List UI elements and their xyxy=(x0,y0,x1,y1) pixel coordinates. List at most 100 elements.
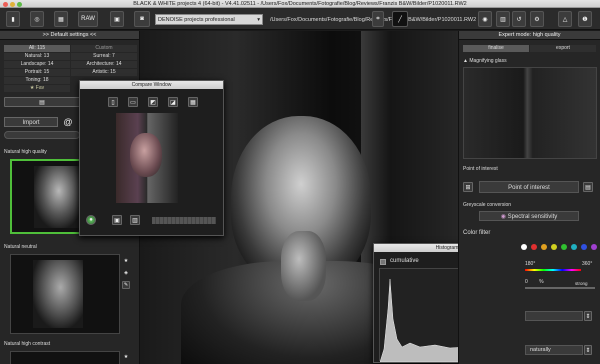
color-swatches xyxy=(521,244,600,252)
category-portrait[interactable]: Portrait: 15 xyxy=(4,69,70,76)
point-of-interest-button[interactable]: Point of interest xyxy=(479,181,579,193)
swatch-white[interactable] xyxy=(521,244,527,250)
spectral-sensitivity-button[interactable]: ◉ Spectral sensitivity xyxy=(479,211,579,221)
crop-icon[interactable]: ⌗ xyxy=(372,11,384,27)
category-toning-label: Toning: 18 xyxy=(25,77,49,83)
category-favorites-label: Fav xyxy=(35,85,45,91)
hue-unit: ° xyxy=(533,261,536,267)
at-icon[interactable]: @ xyxy=(62,117,74,127)
minimize-window-button[interactable] xyxy=(10,1,15,7)
category-surreal-label: Surreal: 7 xyxy=(93,53,115,59)
category-all[interactable]: All: 115 xyxy=(4,45,70,52)
zoom-window-button[interactable] xyxy=(17,1,22,7)
split-diagonal-alt-icon[interactable]: ◪ xyxy=(168,97,178,107)
magnifier-preview[interactable] xyxy=(463,67,597,159)
tab-export[interactable]: export xyxy=(530,45,596,52)
category-portrait-label: Portrait: 15 xyxy=(24,69,50,75)
category-landscape[interactable]: Landscape: 14 xyxy=(4,61,70,68)
favorite-star-icon[interactable]: ★ xyxy=(122,257,130,265)
swatch-orange[interactable] xyxy=(541,244,547,250)
category-surreal[interactable]: Surreal: 7 xyxy=(71,53,137,60)
split-horizontal-icon[interactable]: ▭ xyxy=(128,97,138,107)
edit-icon[interactable]: ✎ xyxy=(122,281,130,289)
swatch-blue[interactable] xyxy=(581,244,587,250)
compare-icon[interactable]: ▥ xyxy=(496,11,510,27)
denoise-select[interactable]: DENOISE projects professional ▾ xyxy=(155,14,263,25)
preset-search-input[interactable] xyxy=(4,131,80,139)
color-filter-label: Color filter xyxy=(463,230,491,236)
strength-slider-value: 0 % xyxy=(525,279,544,285)
denoise-icon[interactable]: ◙ xyxy=(134,11,150,27)
list-view-icon[interactable]: ▤ xyxy=(4,97,80,107)
option-select[interactable] xyxy=(525,311,583,321)
category-custom-label: Custom xyxy=(95,45,113,51)
chevron-up-down-icon[interactable]: ⇕ xyxy=(584,345,592,355)
compare-window: Compare Window ▯ ▭ ◩ ◪ ▦ ● ▣ ▥ xyxy=(79,80,224,236)
tab-finalise-label: finalise xyxy=(488,45,504,51)
strength-unit: % xyxy=(539,279,544,285)
open-file-icon[interactable]: ▮ xyxy=(6,11,20,27)
split-vertical-icon[interactable]: ▯ xyxy=(108,97,118,107)
swatch-red[interactable] xyxy=(531,244,537,250)
raw-button[interactable]: RAW xyxy=(78,11,98,27)
spectral-label: Spectral sensitivity xyxy=(507,214,558,220)
spectral-icon: ◉ xyxy=(500,214,506,220)
warning-icon[interactable]: △ xyxy=(558,11,572,27)
category-artistic[interactable]: Artistic: 15 xyxy=(71,69,137,76)
favorite-star-icon[interactable]: ★ xyxy=(122,353,130,361)
portrait-thumbnail-image xyxy=(33,260,83,328)
category-toning[interactable]: Toning: 18 xyxy=(4,77,70,84)
hue-slider-track[interactable] xyxy=(525,269,581,271)
preset-thumbnail-natural-high-contrast[interactable] xyxy=(10,351,120,364)
camera-icon[interactable]: ◎ xyxy=(30,11,44,27)
category-artistic-label: Artistic: 15 xyxy=(92,69,116,75)
info-icon[interactable]: ◈ xyxy=(122,269,130,277)
settings-icon[interactable]: ⚙ xyxy=(530,11,544,27)
batch-icon[interactable]: ▦ xyxy=(54,11,68,27)
compare-preview-image[interactable] xyxy=(116,113,178,203)
preset-label-natural-high-contrast: Natural high contrast xyxy=(4,341,51,347)
category-architecture-label: Architecture: 14 xyxy=(86,61,122,67)
category-architecture[interactable]: Architecture: 14 xyxy=(71,61,137,68)
naturally-select[interactable]: naturally xyxy=(525,345,583,355)
swatch-green[interactable] xyxy=(561,244,567,250)
import-button[interactable]: Import xyxy=(4,117,58,127)
category-favorites[interactable]: ★ Fav xyxy=(4,85,70,92)
window-title: BLACK & WHITE projects 4 (64-bit) - V4.4… xyxy=(133,1,467,7)
swatch-purple[interactable] xyxy=(591,244,597,250)
compare-preview-face xyxy=(130,133,162,177)
strength-slider-track[interactable] xyxy=(525,287,595,289)
close-window-button[interactable] xyxy=(3,1,8,7)
preset-thumbnail-natural-neutral[interactable] xyxy=(10,254,120,334)
view-mode-icon-2[interactable]: ▥ xyxy=(130,215,140,225)
category-natural[interactable]: Natural: 13 xyxy=(4,53,70,60)
swatch-yellow[interactable] xyxy=(551,244,557,250)
category-landscape-label: Landscape: 14 xyxy=(20,61,54,67)
point-of-interest-header: Point of interest xyxy=(463,166,498,172)
curves-icon[interactable]: ╱ xyxy=(392,11,408,27)
view-mode-icon-1[interactable]: ▣ xyxy=(112,215,122,225)
histogram-channel-checkbox[interactable] xyxy=(380,259,386,265)
split-diagonal-icon[interactable]: ◩ xyxy=(148,97,158,107)
color-wheel-icon[interactable]: ● xyxy=(86,215,96,225)
undo-icon[interactable]: ↺ xyxy=(512,11,526,27)
preset-label-natural-high-quality: Natural high quality xyxy=(4,149,47,155)
category-custom[interactable]: Custom xyxy=(71,45,137,52)
mode-header[interactable]: Expert mode: high quality xyxy=(459,31,600,40)
preset-header[interactable]: >> Default settings << xyxy=(0,31,139,40)
compare-window-title[interactable]: Compare Window xyxy=(80,81,223,89)
chevron-up-down-icon[interactable]: ⇕ xyxy=(584,311,592,321)
grid-split-icon[interactable]: ▦ xyxy=(188,97,198,107)
strength-slider-label: strong xyxy=(575,281,588,286)
swatch-cyan[interactable] xyxy=(571,244,577,250)
poi-settings-icon[interactable]: ▤ xyxy=(583,182,593,192)
tab-finalise[interactable]: finalise xyxy=(463,45,529,52)
save-icon[interactable]: ▣ xyxy=(110,11,124,27)
point-of-interest-label: Point of interest xyxy=(508,185,550,191)
target-icon[interactable]: ⊞ xyxy=(463,182,473,192)
raw-label: RAW xyxy=(81,16,95,22)
eye-icon[interactable]: ◉ xyxy=(478,11,492,27)
compare-slider-track[interactable] xyxy=(152,217,216,224)
help-icon[interactable]: ❶ xyxy=(578,11,592,27)
portrait-hand xyxy=(281,231,326,301)
